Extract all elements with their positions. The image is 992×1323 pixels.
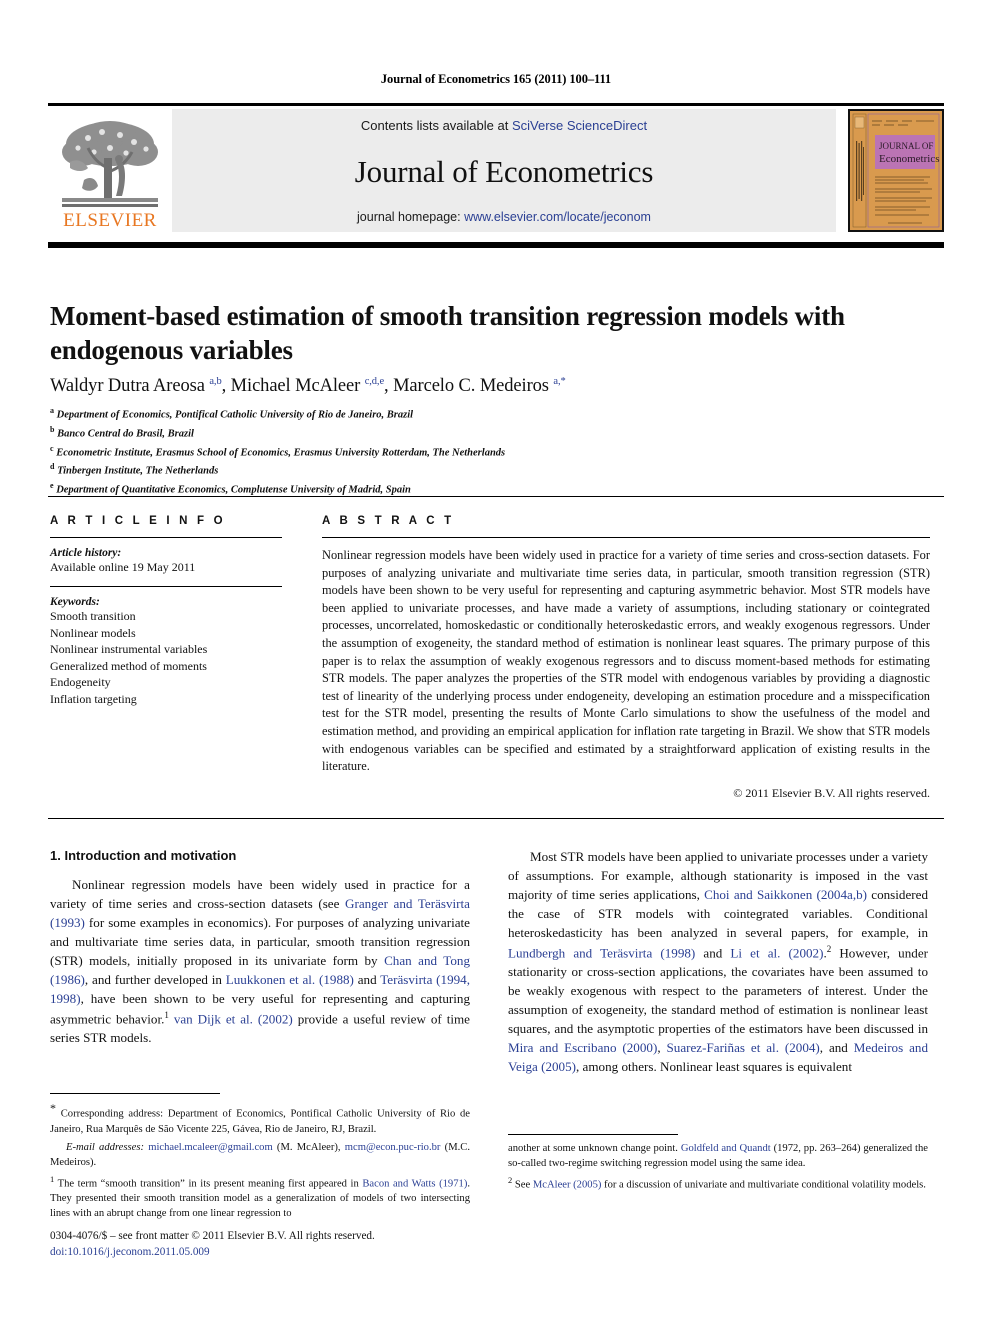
body-column-left: 1. Introduction and motivation Nonlinear… — [50, 848, 470, 1048]
footnote-item: another at some unknown change point. Go… — [508, 1141, 928, 1171]
contents-prefix: Contents lists available at — [360, 118, 512, 133]
affiliation-text: Tinbergen Institute, The Netherlands — [57, 465, 219, 477]
keywords-rule — [50, 586, 282, 588]
footnote-item: 2 See McAleer (2005) for a discussion of… — [508, 1174, 928, 1193]
footnote-text: See McAleer (2005) for a discussion of u… — [514, 1179, 926, 1191]
keyword-list: Smooth transition Nonlinear models Nonli… — [50, 608, 282, 707]
keywords-label: Keywords: — [50, 596, 100, 609]
journal-cover-thumbnail: JOURNAL OF Econometrics — [848, 109, 944, 232]
affiliation-text: Econometric Institute, Erasmus School of… — [56, 447, 506, 459]
article-history-value: Available online 19 May 2011 — [50, 560, 196, 574]
footnote-rule-left — [50, 1093, 220, 1094]
article-info-column: A R T I C L E I N F O Article history: A… — [50, 515, 282, 707]
affiliation-item: d Tinbergen Institute, The Netherlands — [50, 461, 930, 480]
article-info-rule — [50, 537, 282, 538]
footnote-item: * Corresponding address: Department of E… — [50, 1100, 470, 1137]
keyword-item: Endogeneity — [50, 675, 111, 690]
affiliation-text: Department of Economics, Pontifical Cath… — [56, 409, 414, 421]
footnote-marker: 2 — [508, 1175, 513, 1186]
footnote-block-right: another at some unknown change point. Go… — [508, 1141, 928, 1196]
footnote-text: E-mail addresses: michael.mcaleer@gmail.… — [50, 1141, 470, 1168]
footnote-text: The term “smooth transition” in its pres… — [50, 1178, 471, 1220]
masthead-center-box: Contents lists available at SciVerse Sci… — [172, 109, 836, 232]
section-heading-introduction: 1. Introduction and motivation — [50, 848, 237, 863]
paper-page: Journal of Econometrics 165 (2011) 100–1… — [0, 0, 992, 1323]
svg-text:Econometrics: Econometrics — [879, 153, 939, 165]
keyword-item: Inflation targeting — [50, 691, 137, 706]
keyword-item: Smooth transition — [50, 609, 136, 624]
affiliation-item: c Econometric Institute, Erasmus School … — [50, 443, 930, 462]
affiliation-marker: b — [50, 424, 55, 434]
affiliation-item: a Department of Economics, Pontifical Ca… — [50, 405, 930, 424]
info-band-bottom-rule — [48, 818, 944, 819]
page-title: Moment-based estimation of smooth transi… — [50, 301, 845, 365]
footnote-text: Corresponding address: Department of Eco… — [50, 1108, 470, 1135]
elsevier-tree-icon — [58, 118, 162, 210]
footnote-rule-right — [508, 1134, 678, 1135]
footnote-marker: * — [50, 1101, 56, 1115]
journal-masthead: ELSEVIER Contents lists available at Sci… — [48, 103, 944, 232]
affiliation-marker: d — [50, 462, 55, 472]
journal-homepage-line: journal homepage: www.elsevier.com/locat… — [357, 210, 651, 224]
abstract-rule — [322, 537, 930, 538]
affiliation-text: Department of Quantitative Economics, Co… — [56, 484, 411, 496]
elsevier-logo: ELSEVIER — [48, 109, 172, 232]
intro-paragraph-left: Nonlinear regression models have been wi… — [50, 877, 471, 1046]
abstract-column: A B S T R A C T Nonlinear regression mod… — [322, 515, 930, 801]
imprint-block: 0304-4076/$ – see front matter © 2011 El… — [50, 1228, 480, 1260]
footnote-item: 1 The term “smooth transition” in its pr… — [50, 1173, 470, 1222]
doi-line[interactable]: doi:10.1016/j.jeconom.2011.05.009 — [50, 1244, 480, 1260]
affiliation-item: b Banco Central do Brasil, Brazil — [50, 424, 930, 443]
author-list: Waldyr Dutra Areosa a,b, Michael McAleer… — [50, 376, 566, 397]
abstract-text: Nonlinear regression models have been wi… — [322, 548, 930, 774]
abstract-copyright: © 2011 Elsevier B.V. All rights reserved… — [733, 785, 930, 800]
affiliation-marker: e — [50, 481, 54, 491]
keyword-item: Nonlinear instrumental variables — [50, 642, 208, 657]
keyword-item: Generalized method of moments — [50, 658, 207, 673]
journal-homepage-link[interactable]: www.elsevier.com/locate/jeconom — [464, 210, 651, 224]
issn-line: 0304-4076/$ – see front matter © 2011 El… — [50, 1230, 375, 1242]
running-head: Journal of Econometrics 165 (2011) 100–1… — [380, 72, 612, 86]
footnote-marker: 1 — [50, 1173, 55, 1184]
footnote-block-left: * Corresponding address: Department of E… — [50, 1100, 470, 1224]
affiliation-list: a Department of Economics, Pontifical Ca… — [50, 405, 930, 499]
info-band-top-rule — [48, 496, 944, 497]
journal-title: Journal of Econometrics — [354, 154, 654, 189]
footnote-item: E-mail addresses: michael.mcaleer@gmail.… — [50, 1140, 470, 1170]
svg-text:JOURNAL OF: JOURNAL OF — [879, 141, 933, 151]
elsevier-wordmark: ELSEVIER — [63, 210, 157, 231]
affiliation-marker: c — [50, 443, 54, 453]
contents-available-line: Contents lists available at SciVerse Sci… — [361, 118, 647, 133]
sciencedirect-link[interactable]: SciVerse ScienceDirect — [512, 118, 647, 133]
affiliation-text: Banco Central do Brasil, Brazil — [57, 428, 194, 440]
homepage-prefix: journal homepage: — [357, 210, 465, 224]
article-history-label: Article history: — [50, 547, 122, 559]
keyword-item: Nonlinear models — [50, 625, 136, 640]
intro-paragraph-right: Most STR models have been applied to uni… — [508, 849, 929, 1075]
affiliation-marker: a — [50, 406, 54, 415]
abstract-heading: A B S T R A C T — [322, 515, 455, 527]
masthead-bottom-rule — [48, 242, 944, 248]
footnote-text: another at some unknown change point. Go… — [508, 1143, 928, 1170]
article-info-heading: A R T I C L E I N F O — [50, 515, 226, 527]
body-column-right: Most STR models have been applied to uni… — [508, 848, 928, 1077]
